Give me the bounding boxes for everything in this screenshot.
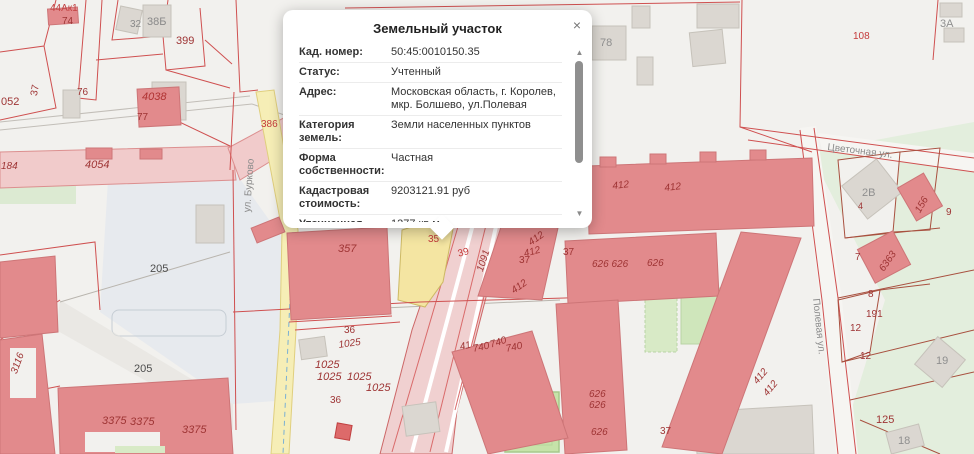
- field-value: Учтенный: [387, 66, 562, 79]
- popup-field-row: Форма собственности:Частная: [299, 149, 562, 182]
- popup-field-row: Статус:Учтенный: [299, 63, 562, 83]
- popup-scrollbar[interactable]: ▲ ▼: [574, 48, 585, 218]
- field-label: Статус:: [299, 66, 387, 79]
- scrollbar-thumb[interactable]: [575, 61, 583, 163]
- popup-field-row: Уточненная площадь:1277 кв.м: [299, 215, 562, 222]
- field-label: Кад. номер:: [299, 46, 387, 59]
- field-label: Форма собственности:: [299, 152, 387, 178]
- field-value: Земли населенных пунктов: [387, 119, 562, 145]
- parcel-info-popup: Земельный участок × Кад. номер:50:45:001…: [283, 10, 592, 228]
- field-value: 9203121.91 руб: [387, 185, 562, 211]
- popup-field-row: Категория земель:Земли населенных пункто…: [299, 116, 562, 149]
- scroll-up-icon[interactable]: ▲: [575, 48, 584, 57]
- cadastral-map[interactable]: 44Ак1743238Б3990523776403877386781083А18…: [0, 0, 974, 454]
- popup-field-row: Адрес:Московская область, г. Королев, мк…: [299, 83, 562, 116]
- popup-field-row: Кадастровая стоимость:9203121.91 руб: [299, 182, 562, 215]
- field-label: Адрес:: [299, 86, 387, 112]
- field-label: Уточненная площадь:: [299, 218, 387, 222]
- field-label: Категория земель:: [299, 119, 387, 145]
- field-value: 50:45:0010150.35: [387, 46, 562, 59]
- close-icon[interactable]: ×: [573, 18, 581, 32]
- field-value: 1277 кв.м: [387, 218, 562, 222]
- popup-field-row: Кад. номер:50:45:0010150.35: [299, 43, 562, 63]
- popup-title: Земельный участок: [283, 10, 592, 43]
- field-value: Московская область, г. Королев, мкр. Бол…: [387, 86, 562, 112]
- field-label: Кадастровая стоимость:: [299, 185, 387, 211]
- popup-fields: Кад. номер:50:45:0010150.35Статус:Учтенн…: [299, 43, 562, 222]
- scroll-down-icon[interactable]: ▼: [575, 209, 584, 218]
- field-value: Частная: [387, 152, 562, 178]
